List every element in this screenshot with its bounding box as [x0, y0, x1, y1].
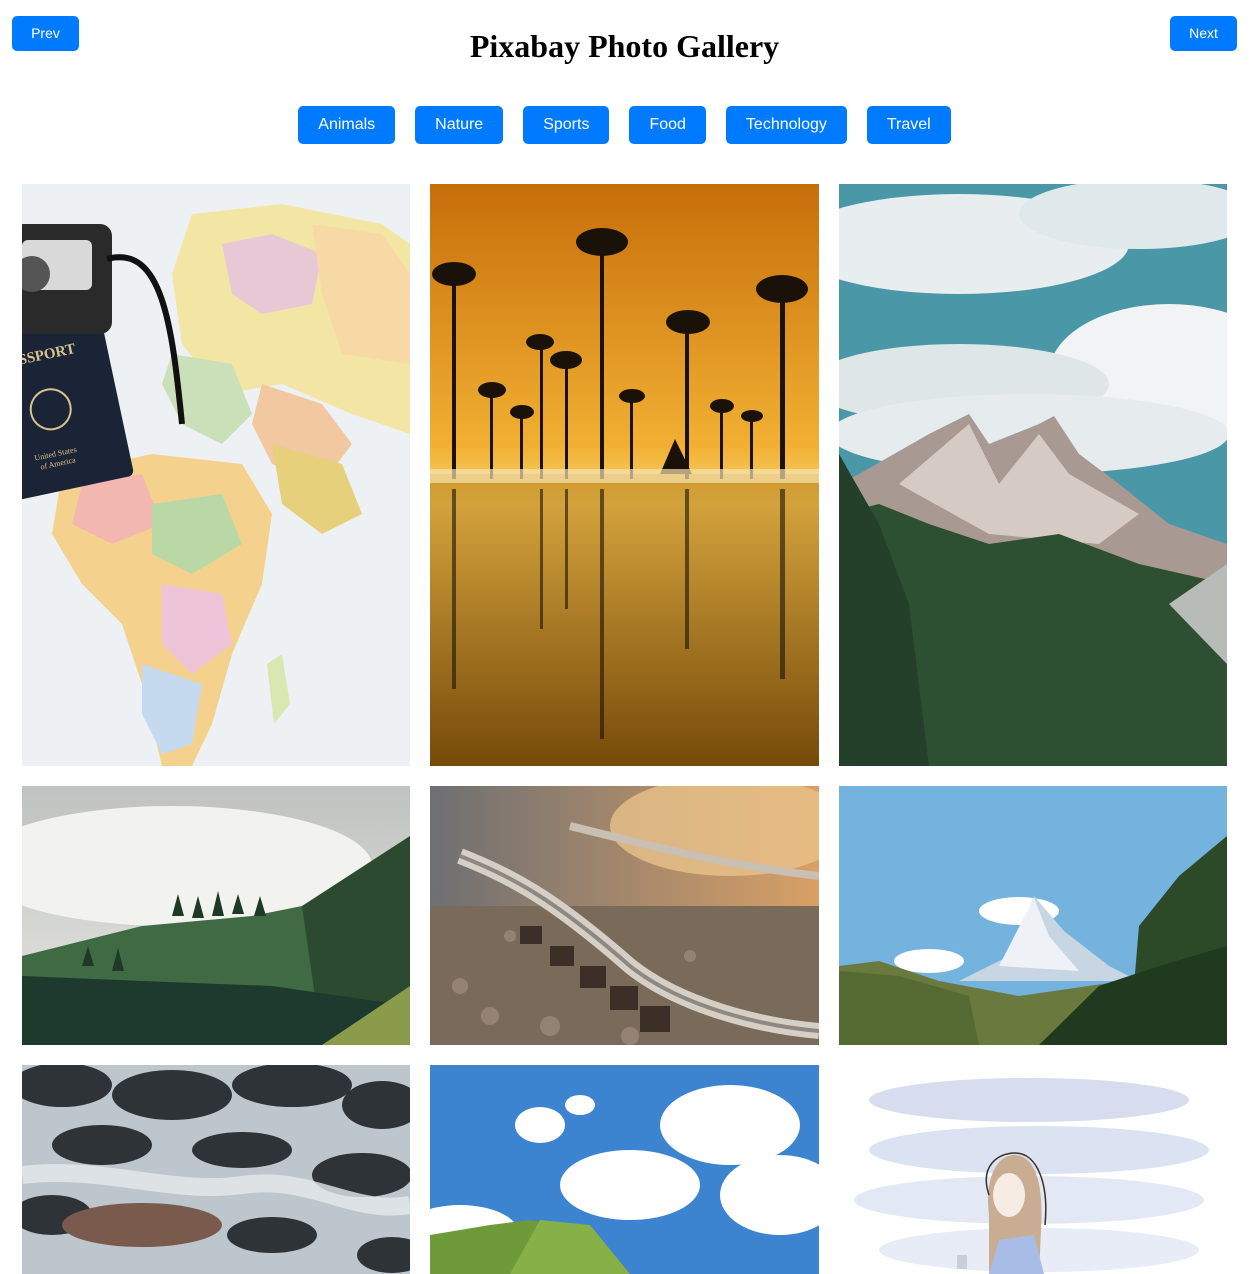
- misty-hills-image: [22, 786, 410, 1045]
- gallery-image-mountain-clouds[interactable]: [839, 184, 1227, 766]
- category-technology-button[interactable]: Technology: [725, 106, 847, 144]
- map-passport-image: PASSPORT United States of America: [22, 184, 410, 766]
- gallery-image-map-passport[interactable]: PASSPORT United States of America: [22, 184, 410, 766]
- category-bar: Animals Nature Sports Food Technology Tr…: [0, 106, 1249, 144]
- rocky-stream-image: [22, 1065, 410, 1274]
- category-nature-button[interactable]: Nature: [415, 106, 504, 144]
- gallery-image-illustration[interactable]: [839, 1065, 1227, 1274]
- gallery-image-sky-hills[interactable]: [430, 1065, 819, 1274]
- category-travel-button[interactable]: Travel: [866, 106, 951, 144]
- railway-image: [430, 786, 819, 1045]
- gallery-image-railway[interactable]: [430, 786, 819, 1045]
- page-title: Pixabay Photo Gallery: [469, 28, 780, 64]
- gallery-image-palm-sunset[interactable]: [430, 184, 819, 766]
- matterhorn-image: [839, 786, 1227, 1045]
- sky-hills-image: [430, 1065, 819, 1274]
- category-sports-button[interactable]: Sports: [523, 106, 610, 144]
- gallery-image-rocky-stream[interactable]: [22, 1065, 410, 1274]
- gallery-image-matterhorn[interactable]: [839, 786, 1227, 1045]
- gallery-image-misty-hills[interactable]: [22, 786, 410, 1045]
- next-button[interactable]: Next: [1170, 16, 1237, 51]
- category-animals-button[interactable]: Animals: [298, 106, 396, 144]
- category-food-button[interactable]: Food: [629, 106, 706, 144]
- palm-sunset-image: [430, 184, 819, 766]
- illustration-image: [839, 1065, 1227, 1274]
- mountain-clouds-image: [839, 184, 1227, 766]
